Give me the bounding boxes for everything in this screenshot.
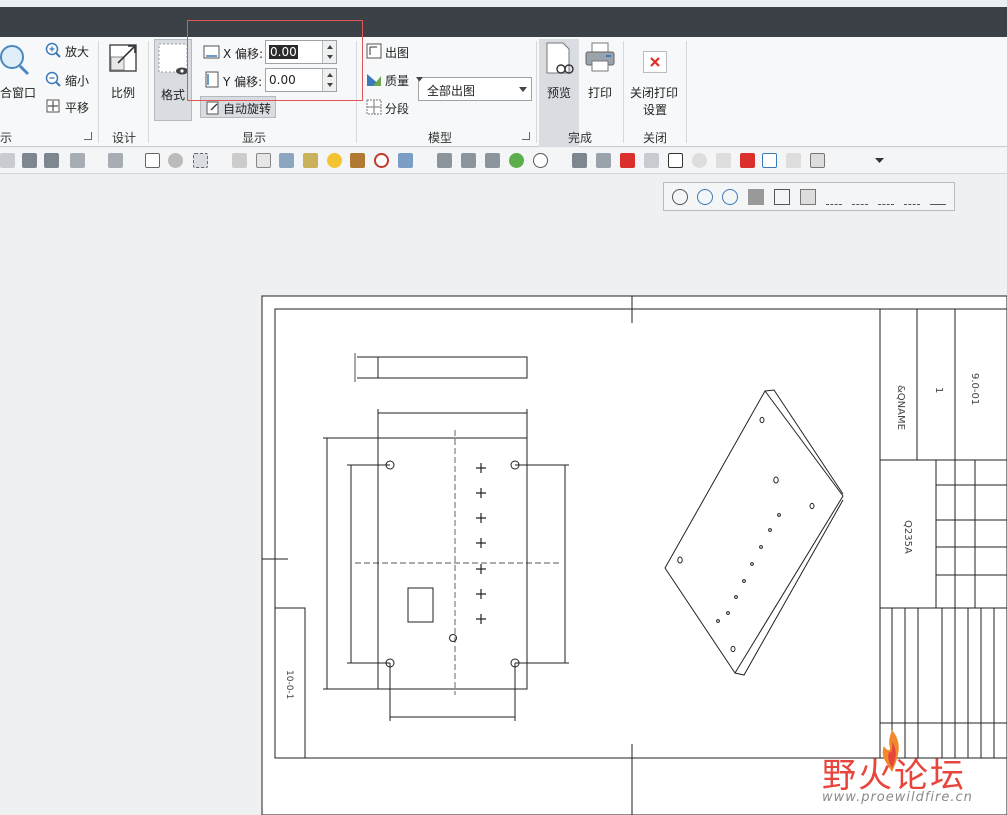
- quality-button[interactable]: 质量: [385, 72, 409, 89]
- separator: [98, 41, 99, 143]
- title-material-text: Q235A: [902, 520, 913, 554]
- preview-icon: [546, 42, 574, 74]
- table-icon[interactable]: [668, 153, 683, 168]
- sphere-icon[interactable]: [168, 153, 183, 168]
- title-bar: [0, 7, 1007, 37]
- finish-group-label: 完成: [568, 131, 593, 145]
- gauge-icon[interactable]: [692, 153, 707, 168]
- component-icon[interactable]: [437, 153, 452, 168]
- save-icon[interactable]: [22, 153, 37, 168]
- view-group-label: 示: [0, 131, 13, 145]
- number-icon[interactable]: [533, 153, 548, 168]
- redo-icon[interactable]: [108, 153, 123, 168]
- print-button[interactable]: 打印: [588, 84, 612, 101]
- separator: [148, 41, 149, 143]
- scale-button[interactable]: 比例: [111, 84, 135, 101]
- top-strip: [0, 0, 1007, 7]
- quick-toolbar: [0, 148, 1007, 174]
- smiley-icon[interactable]: [327, 153, 342, 168]
- stamp-text: 10-0-1: [284, 670, 294, 699]
- format-icon: [158, 43, 188, 75]
- annotation-icon[interactable]: [145, 153, 160, 168]
- chevron-down-icon[interactable]: [415, 76, 424, 83]
- save-as-icon[interactable]: [44, 153, 59, 168]
- more-chevron-icon[interactable]: [872, 153, 887, 168]
- tool-icon[interactable]: [350, 153, 365, 168]
- tree-icon[interactable]: [279, 153, 294, 168]
- target-icon[interactable]: [374, 153, 389, 168]
- zoom-window-button[interactable]: 合窗口: [0, 84, 36, 101]
- print-preview-window: 合窗口 放大 缩小 平移 示 比例 设计 格式 X 偏移: 0.00 Y 偏移:…: [0, 0, 1007, 815]
- title-number-text: 9.0-01: [969, 373, 980, 405]
- zoom-out-icon: [45, 71, 61, 87]
- chevron-down-icon: [519, 87, 527, 92]
- preview-label: 预览: [547, 86, 572, 100]
- pan-button[interactable]: 平移: [65, 99, 89, 116]
- ribbon: 合窗口 放大 缩小 平移 示 比例 设计 格式 X 偏移: 0.00 Y 偏移:…: [0, 37, 1007, 147]
- printer-icon: [585, 42, 615, 72]
- zoom-window-icon[interactable]: [0, 42, 32, 78]
- output-icon: [366, 43, 382, 59]
- zoom-in-icon: [45, 42, 61, 58]
- title-sheet-text: 1: [933, 387, 944, 393]
- zoom-in-button[interactable]: 放大: [65, 43, 89, 60]
- auto-rotate-icon: [206, 101, 219, 115]
- close-print-button[interactable]: 关闭打印: [630, 84, 678, 101]
- segment-icon: [366, 99, 382, 115]
- close-print-settings-label[interactable]: 设置: [643, 101, 667, 118]
- drawing-sheet: &QNAME 9.0-01 1 Q235A 10-0-1: [261, 295, 1007, 815]
- erase-icon[interactable]: [232, 153, 247, 168]
- design-group-label: 设计: [112, 131, 137, 145]
- cube-icon[interactable]: [810, 153, 825, 168]
- output-select-value: 全部出图: [427, 84, 476, 98]
- view-group-launcher[interactable]: [84, 132, 92, 140]
- quality-icon: [367, 74, 381, 86]
- title-name-text: &QNAME: [895, 385, 906, 430]
- output-select[interactable]: 全部出图: [418, 77, 532, 101]
- separator: [686, 41, 687, 143]
- output-label: 出图: [385, 46, 410, 60]
- dim-icon[interactable]: [0, 153, 15, 168]
- auto-rotate-label: 自动旋转: [223, 102, 272, 116]
- highlight-box: [187, 20, 363, 101]
- copy-icon[interactable]: [786, 153, 801, 168]
- segment-button[interactable]: 分段: [385, 100, 409, 117]
- select-box-icon[interactable]: [193, 153, 208, 168]
- print-small-icon[interactable]: [596, 153, 611, 168]
- scale-icon: [109, 44, 137, 72]
- separator: [536, 41, 537, 143]
- green-dot-icon[interactable]: [509, 153, 524, 168]
- model-group-label: 模型: [428, 131, 453, 145]
- zoom-out-button[interactable]: 缩小: [65, 72, 89, 89]
- pan-icon: [46, 99, 60, 113]
- doc-icon[interactable]: [644, 153, 659, 168]
- export-icon[interactable]: [572, 153, 587, 168]
- format-label: 格式: [161, 88, 186, 102]
- display-group-label: 显示: [242, 131, 267, 145]
- undo-icon[interactable]: [70, 153, 85, 168]
- frame-icon[interactable]: [762, 153, 777, 168]
- watermark-url: www.proewildfire.cn: [822, 790, 973, 805]
- component3-icon[interactable]: [485, 153, 500, 168]
- layers-icon[interactable]: [398, 153, 413, 168]
- close-icon: [643, 51, 667, 73]
- close-small-icon[interactable]: [740, 153, 755, 168]
- edit-icon[interactable]: [303, 153, 318, 168]
- separator: [623, 41, 624, 143]
- model-group-launcher[interactable]: [522, 132, 530, 140]
- component2-icon[interactable]: [461, 153, 476, 168]
- sheet-icon[interactable]: [256, 153, 271, 168]
- close-group-label: 关闭: [643, 131, 668, 145]
- pdf-icon[interactable]: [620, 153, 635, 168]
- link-icon[interactable]: [716, 153, 731, 168]
